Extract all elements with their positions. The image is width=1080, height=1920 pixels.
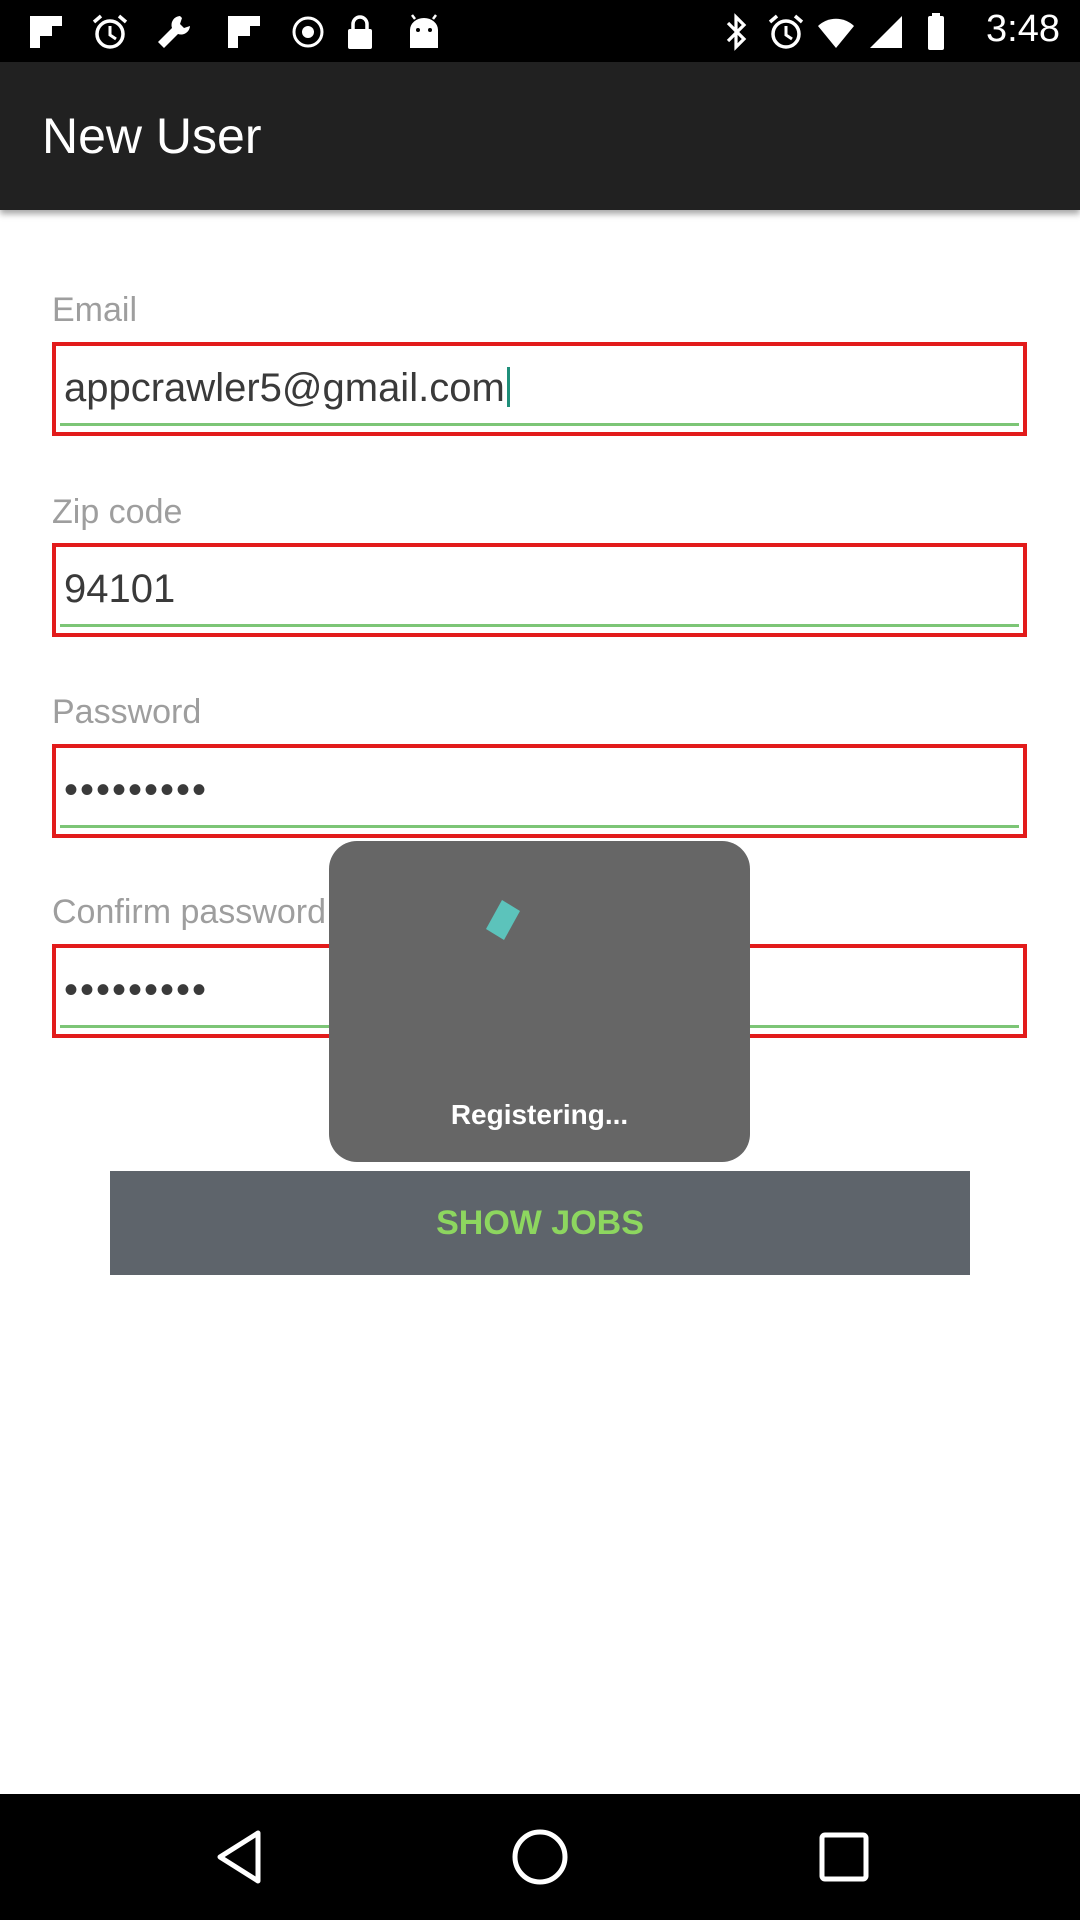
- progress-message: Registering...: [450, 1099, 629, 1130]
- email-field[interactable]: appcrawler5@gmail.com: [52, 342, 1027, 436]
- flipboard-icon: [228, 16, 260, 48]
- password-field[interactable]: •••••••••: [52, 744, 1027, 838]
- flipboard-icon: [30, 16, 62, 48]
- zip-field[interactable]: 94101: [52, 543, 1027, 637]
- recents-icon[interactable]: [814, 1827, 874, 1887]
- zip-underline: [60, 624, 1019, 627]
- android-icon: [410, 14, 438, 48]
- email-underline: [60, 423, 1019, 426]
- zip-value: 94101: [64, 567, 176, 611]
- confirm-password-value: •••••••••: [64, 968, 209, 1012]
- email-label: Email: [52, 291, 138, 329]
- progress-dialog: Registering...: [329, 841, 750, 1162]
- signal-icon: [870, 16, 902, 48]
- home-icon[interactable]: [510, 1827, 570, 1887]
- loading-spinner-icon: [486, 900, 520, 940]
- clock: 3:48: [986, 8, 1060, 50]
- app-bar: New User: [0, 62, 1080, 210]
- page-title: New User: [42, 108, 262, 164]
- wrench-icon: [158, 16, 190, 48]
- text-cursor: [506, 367, 510, 407]
- password-underline: [60, 825, 1019, 828]
- lock-icon: [348, 15, 372, 49]
- zip-label: Zip code: [52, 493, 183, 531]
- confirm-password-label: Confirm password: [52, 893, 326, 931]
- password-label: Password: [52, 693, 202, 731]
- email-value: appcrawler5@gmail.com: [64, 366, 510, 411]
- back-icon[interactable]: [212, 1827, 272, 1887]
- battery-icon: [928, 13, 944, 50]
- wifi-icon: [818, 18, 854, 48]
- bluetooth-icon: [726, 13, 747, 51]
- show-jobs-button[interactable]: SHOW JOBS: [110, 1171, 970, 1275]
- alarm-icon: [768, 14, 804, 49]
- alarm-icon: [92, 14, 128, 49]
- navigation-bar: [0, 1794, 1080, 1920]
- record-icon: [292, 16, 324, 48]
- password-value: •••••••••: [64, 768, 209, 812]
- status-bar: 3:48: [0, 0, 1080, 62]
